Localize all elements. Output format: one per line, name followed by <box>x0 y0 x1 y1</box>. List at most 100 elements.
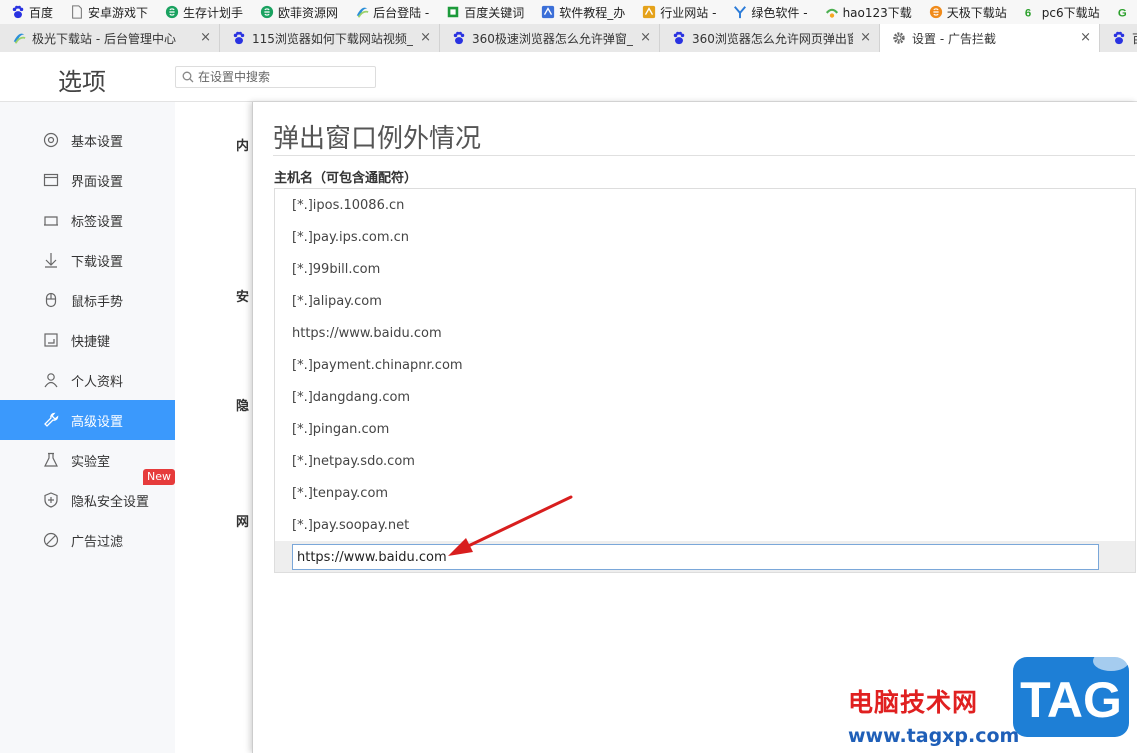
sidebar-item[interactable]: 快捷键 <box>0 320 175 360</box>
download-icon <box>42 251 60 269</box>
aurora-icon <box>12 31 26 45</box>
bookmark-item[interactable]: 百度关键词 <box>435 0 530 24</box>
host-row[interactable]: [*.]pay.soopay.net <box>275 509 1135 541</box>
close-tab-icon[interactable]: × <box>420 30 431 45</box>
sidebar-item[interactable]: 高级设置 <box>0 400 182 440</box>
bookmark-label: 生存计划手 <box>183 5 244 20</box>
bookmark-label: hao123下载 <box>842 5 912 20</box>
tab-title: 极光下载站 - 后台管理中心 <box>32 31 176 46</box>
bookmark-item[interactable]: 安卓游戏下 <box>59 0 154 24</box>
section-heading: 隐 <box>236 399 250 414</box>
bookmark-item[interactable]: 软件教程_办 <box>530 0 631 24</box>
svg-text:G: G <box>1118 7 1127 19</box>
host-row[interactable]: https://www.baidu.com <box>275 317 1135 349</box>
host-row[interactable]: [*.]dangdang.com <box>275 381 1135 413</box>
site-icon <box>642 5 656 19</box>
bookmark-label: 百度关键词 <box>464 5 525 20</box>
bookmarks-bar: 百度 安卓游戏下 生存计划手 欧菲资源网 后台登陆 - 百度关键词 软件教程_办 行业网站 -… <box>0 0 1137 24</box>
sidebar-item[interactable]: 广告过滤 <box>0 520 175 560</box>
svg-text:6: 6 <box>1025 7 1031 19</box>
gear-icon <box>892 31 906 45</box>
host-row[interactable]: [*.]pay.ips.com.cn <box>275 221 1135 253</box>
exceptions-list: [*.]pay.soopay.net [*.]tenpay.com [*.]netp… <box>274 188 1136 573</box>
bookmark-item[interactable]: 绿色软件 - <box>722 0 813 24</box>
browser-tab[interactable]: 360浏览器怎么允许网页弹出窗 × <box>660 24 880 52</box>
new-hostname-input[interactable] <box>292 544 1099 570</box>
annotation-arrow <box>448 495 573 556</box>
host-row[interactable]: [*.]tenpay.com <box>275 477 1135 509</box>
window-icon <box>42 171 60 189</box>
search-input[interactable] <box>198 70 368 84</box>
sidebar-item[interactable]: 隐私安全设置 <box>0 480 175 520</box>
sidebar-item-label: 隐私安全设置 <box>71 494 150 510</box>
close-tab-icon[interactable]: × <box>860 30 871 45</box>
watermark-logo: TAG <box>1013 651 1129 737</box>
host-row[interactable]: [*.]netpay.sdo.com <box>275 445 1135 477</box>
hao123-icon <box>825 5 839 19</box>
baidu-paw-icon <box>452 31 466 45</box>
bookmark-label: 安卓游戏下 <box>88 5 149 20</box>
host-row[interactable]: [*.]pingan.com <box>275 413 1135 445</box>
close-tab-icon[interactable]: × <box>200 30 211 45</box>
bookmark-label: 绿色软件 - <box>751 5 808 20</box>
bookmark-item[interactable]: 天极下载站 <box>918 0 1013 24</box>
host-row[interactable]: [*.]ipos.10086.cn <box>275 189 1135 221</box>
bookmark-label: 软件教程_办 <box>559 5 626 20</box>
browser-tab[interactable]: 360极速浏览器怎么允许弹窗_ × <box>440 24 660 52</box>
user-icon <box>42 371 60 389</box>
mouse-icon <box>42 291 60 309</box>
sidebar-item[interactable]: 界面设置 <box>0 160 175 200</box>
site-e-icon <box>165 5 179 19</box>
bookmark-item[interactable]: 后台登陆 - <box>344 0 435 24</box>
watermark-logo-text: TAG <box>1020 672 1122 728</box>
close-tab-icon[interactable]: × <box>640 30 651 45</box>
flask-icon <box>42 451 60 469</box>
circle-settings-icon <box>42 131 60 149</box>
sidebar-item-label: 实验室 <box>71 454 111 470</box>
sidebar-item[interactable]: 标签设置 <box>0 200 175 240</box>
wrench-icon <box>42 411 60 429</box>
bookmark-label: 欧菲资源网 <box>278 5 339 20</box>
sidebar-item[interactable]: 个人资料 <box>0 360 175 400</box>
sidebar-item-label: 个人资料 <box>71 374 124 390</box>
divider <box>273 155 1135 156</box>
close-tab-icon[interactable]: × <box>1080 30 1091 45</box>
bookmark-item[interactable]: 行业网站 - <box>631 0 722 24</box>
watermark-url: www.tagxp.com <box>848 725 1020 747</box>
tab-title: 360极速浏览器怎么允许弹窗_ <box>472 31 633 46</box>
bookmark-item[interactable]: 6 pc6下载站 <box>1013 0 1106 24</box>
site-y-icon <box>733 5 747 19</box>
bookmark-item[interactable]: 百度 <box>0 0 59 24</box>
host-row[interactable]: [*.]payment.chinapnr.com <box>275 349 1135 381</box>
site-icon <box>541 5 555 19</box>
site-g-icon: G <box>1117 5 1131 19</box>
host-row[interactable]: [*.]alipay.com <box>275 285 1135 317</box>
shield-icon <box>42 491 60 509</box>
baidu-paw-icon <box>11 5 25 19</box>
page-icon <box>70 5 84 19</box>
sidebar-item-label: 下载设置 <box>71 254 124 270</box>
baidu-paw-icon <box>1112 31 1126 45</box>
sidebar-item-label: 鼠标手势 <box>71 294 124 310</box>
keyboard-icon <box>42 331 60 349</box>
bookmark-label: 百度 <box>29 5 54 20</box>
sidebar-item[interactable]: 基本设置 <box>0 120 175 160</box>
bookmark-label: 后台登陆 - <box>373 5 430 20</box>
sidebar-item-label: 广告过滤 <box>71 534 124 550</box>
sidebar-item[interactable]: 下载设置 <box>0 240 175 280</box>
browser-tab[interactable]: 极光下载站 - 后台管理中心 × <box>0 24 220 52</box>
settings-search[interactable] <box>175 66 376 88</box>
bookmark-item[interactable]: hao123下载 <box>814 0 918 24</box>
browser-tab[interactable]: 设置 - 广告拦截 × <box>880 24 1100 52</box>
pc6-icon: 6 <box>1024 5 1038 19</box>
host-row[interactable]: [*.]99bill.com <box>275 253 1135 285</box>
popup-exceptions-dialog: 弹出窗口例外情况 主机名（可包含通配符） [*.]pay.soopay.net[… <box>252 102 1137 753</box>
browser-tab[interactable]: 百度× <box>1100 24 1137 52</box>
baidu-paw-icon <box>232 31 246 45</box>
bookmark-label: 行业网站 - <box>660 5 717 20</box>
browser-tab[interactable]: 115浏览器如何下载网站视频_ × <box>220 24 440 52</box>
bookmark-item[interactable]: G <box>1106 0 1137 24</box>
sidebar-item[interactable]: 鼠标手势 <box>0 280 175 320</box>
bookmark-item[interactable]: 欧菲资源网 <box>249 0 344 24</box>
bookmark-item[interactable]: 生存计划手 <box>154 0 249 24</box>
